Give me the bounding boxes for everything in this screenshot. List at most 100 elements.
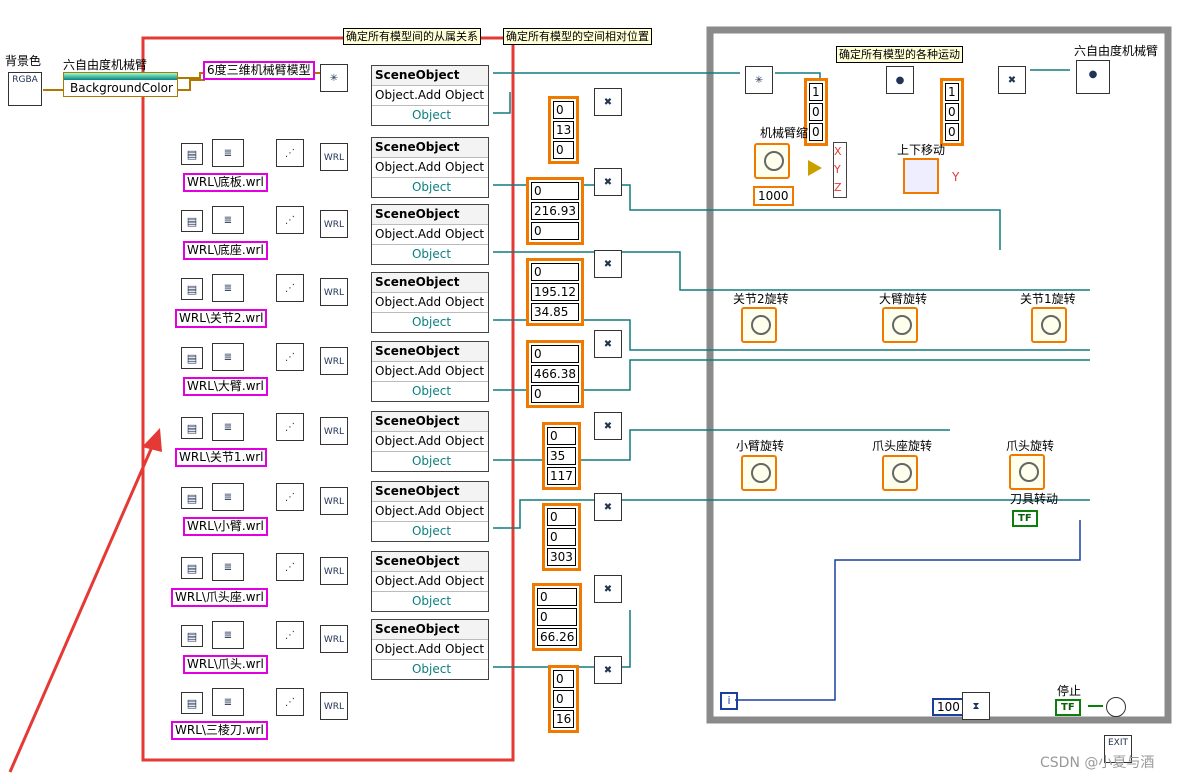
scene-node[interactable]: SceneObject Object.Add Object Object bbox=[371, 272, 489, 333]
add-object: Object.Add Object bbox=[372, 502, 488, 522]
scene-node[interactable]: SceneObject Object.Add Object Object bbox=[371, 551, 489, 612]
selection-arrow bbox=[8, 439, 157, 773]
object: Object bbox=[411, 524, 452, 538]
path-constant[interactable]: WRL\三棱刀.wrl bbox=[171, 721, 268, 740]
joint1-knob[interactable] bbox=[1031, 307, 1067, 343]
knife-toggle[interactable]: TF bbox=[1012, 510, 1038, 527]
joint2-knob[interactable] bbox=[741, 307, 777, 343]
wait-constant[interactable]: 100 bbox=[932, 698, 965, 716]
translation-array-1[interactable]: 0 13 0 bbox=[548, 96, 580, 164]
path-constant[interactable]: WRL\爪头.wrl bbox=[183, 655, 268, 674]
wrl-icon: WRL bbox=[320, 625, 348, 653]
object: Object bbox=[411, 384, 452, 398]
object: Object bbox=[411, 180, 452, 194]
path-icon: ▤ bbox=[181, 417, 203, 439]
wrl-text: WRL bbox=[323, 288, 345, 298]
path-icon: ▤ bbox=[181, 487, 203, 509]
path-icon: ▤ bbox=[181, 143, 203, 165]
object: Object bbox=[411, 247, 452, 261]
stop-terminal-icon bbox=[1106, 697, 1126, 717]
root-object: Object bbox=[411, 108, 452, 122]
light-icon: ✳ bbox=[320, 64, 348, 92]
note-hierarchy: 确定所有模型间的从属关系 bbox=[343, 28, 481, 45]
translation-array-6[interactable]: 0 0 303 bbox=[542, 503, 581, 571]
small-arm-label: 小臂旋转 bbox=[736, 439, 785, 453]
claw-seat-label: 爪头座旋转 bbox=[872, 439, 933, 453]
rgba-color-icon[interactable]: RGBA bbox=[8, 72, 42, 106]
translation-array-3[interactable]: 0 195.12 34.85 bbox=[526, 258, 584, 326]
scene-node[interactable]: SceneObject Object.Add Object Object bbox=[371, 137, 489, 198]
scene-node[interactable]: SceneObject Object.Add Object Object bbox=[371, 204, 489, 265]
path-constant[interactable]: WRL\大臂.wrl bbox=[183, 377, 268, 396]
scene-node[interactable]: SceneObject Object.Add Object Object bbox=[371, 619, 489, 680]
wrl-icon: WRL bbox=[320, 278, 348, 306]
scene-display-icon[interactable]: ● bbox=[1076, 60, 1110, 94]
translate-icon-8: ✖ bbox=[594, 656, 622, 684]
note-position: 确定所有模型的空间相对位置 bbox=[503, 28, 652, 45]
read-file-icon: ≣ bbox=[212, 553, 244, 581]
translation-array-2[interactable]: 0 216.93 0 bbox=[526, 177, 584, 245]
wrl-icon: WRL bbox=[320, 487, 348, 515]
translate-icon-2: ✖ bbox=[594, 168, 622, 196]
bg-color-property[interactable]: BackgroundColor bbox=[63, 72, 178, 97]
exit-text: EXIT bbox=[1107, 738, 1128, 748]
scene-node[interactable]: SceneObject Object.Add Object Object bbox=[371, 411, 489, 472]
add-object: Object.Add Object bbox=[372, 158, 488, 178]
read-file-icon: ≣ bbox=[212, 274, 244, 302]
path-icon: ▤ bbox=[181, 278, 203, 300]
big-arm-knob[interactable] bbox=[882, 307, 918, 343]
stop-button[interactable]: TF bbox=[1055, 699, 1081, 716]
big-arm-label: 大臂旋转 bbox=[879, 292, 928, 306]
claw-knob[interactable] bbox=[1009, 454, 1045, 490]
scene-object: SceneObject bbox=[372, 620, 488, 640]
parse-icon: ⋰ bbox=[276, 343, 304, 371]
translate-icon-5: ✖ bbox=[594, 412, 622, 440]
arm-shrink-knob[interactable] bbox=[754, 143, 790, 179]
xyz-bundle: X Y Z bbox=[833, 142, 847, 198]
wrl-icon: WRL bbox=[320, 210, 348, 238]
object: Object bbox=[411, 594, 452, 608]
translation-array-4[interactable]: 0 466.38 0 bbox=[526, 340, 584, 408]
path-icon: ▤ bbox=[181, 557, 203, 579]
read-file-icon: ≣ bbox=[212, 343, 244, 371]
scene-node[interactable]: SceneObject Object.Add Object Object bbox=[371, 481, 489, 542]
small-arm-knob[interactable] bbox=[741, 455, 777, 491]
arm-shrink-label: 机械臂缩 bbox=[760, 126, 809, 140]
parse-icon: ⋰ bbox=[276, 553, 304, 581]
translation-array-7[interactable]: 0 0 66.26 bbox=[532, 583, 583, 651]
translate-icon-7: ✖ bbox=[594, 575, 622, 603]
scene-object: SceneObject bbox=[372, 342, 488, 362]
stop-label: 停止 bbox=[1057, 684, 1082, 698]
path-constant[interactable]: WRL\爪头座.wrl bbox=[171, 588, 268, 607]
joint1-label: 关节1旋转 bbox=[1020, 292, 1076, 306]
parse-icon: ⋰ bbox=[276, 274, 304, 302]
wrl-icon: WRL bbox=[320, 692, 348, 720]
scene-object: SceneObject bbox=[372, 138, 488, 158]
translation-array-5[interactable]: 0 35 117 bbox=[542, 422, 581, 490]
bg-color-property-name: BackgroundColor bbox=[70, 81, 173, 95]
wrl-text: WRL bbox=[323, 357, 345, 367]
read-file-icon: ≣ bbox=[212, 413, 244, 441]
path-constant[interactable]: WRL\小臂.wrl bbox=[183, 517, 268, 536]
path-constant[interactable]: WRL\关节1.wrl bbox=[175, 448, 268, 467]
claw-label: 爪头旋转 bbox=[1006, 439, 1055, 453]
wrl-text: WRL bbox=[323, 567, 345, 577]
parse-icon: ⋰ bbox=[276, 483, 304, 511]
const-1000[interactable]: 1000 bbox=[753, 186, 794, 206]
add-object: Object.Add Object bbox=[372, 572, 488, 592]
scene-node[interactable]: SceneObject Object.Add Object Object bbox=[371, 341, 489, 402]
path-constant[interactable]: WRL\底板.wrl bbox=[183, 173, 268, 192]
wrl-text: WRL bbox=[323, 153, 345, 163]
root-scene-node[interactable]: SceneObject Object.Add Object Object bbox=[371, 65, 489, 126]
scene-object: SceneObject bbox=[372, 482, 488, 502]
y-axis-vector[interactable]: 100 bbox=[940, 78, 964, 146]
rotate-icon: ✖ bbox=[998, 66, 1026, 94]
translation-array-8[interactable]: 0 0 16 bbox=[548, 665, 580, 733]
scene-name-constant[interactable]: 6度三维机械臂模型 bbox=[203, 61, 315, 80]
object: Object bbox=[411, 315, 452, 329]
rgba-text: RGBA bbox=[12, 75, 38, 85]
claw-seat-knob[interactable] bbox=[882, 455, 918, 491]
path-constant[interactable]: WRL\底座.wrl bbox=[183, 241, 268, 260]
up-down-slider[interactable] bbox=[903, 158, 939, 194]
path-constant[interactable]: WRL\关节2.wrl bbox=[175, 309, 268, 328]
